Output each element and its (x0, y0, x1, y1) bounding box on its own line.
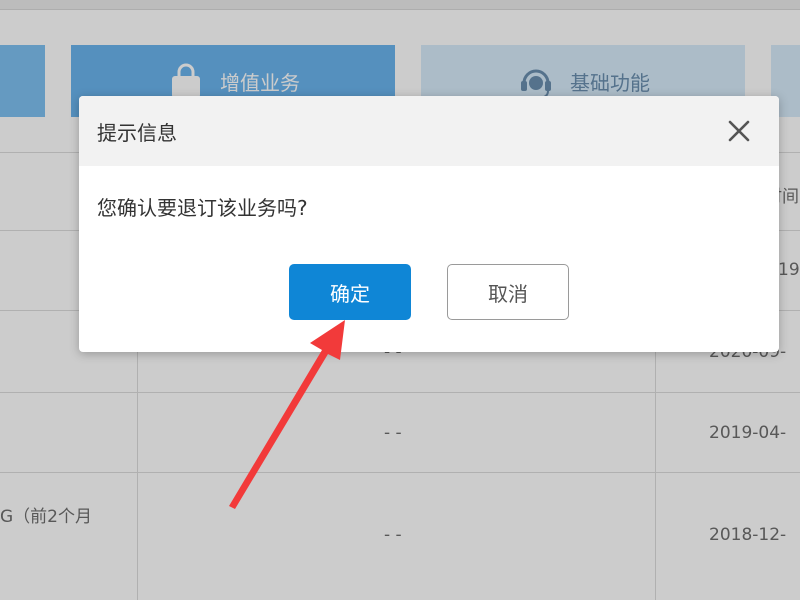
confirm-dialog: 提示信息 您确认要退订该业务吗? 确定 取消 (79, 96, 779, 352)
confirm-button[interactable]: 确定 (289, 264, 411, 320)
close-icon (728, 120, 750, 142)
close-button[interactable] (726, 118, 752, 144)
dialog-title: 提示信息 (97, 120, 177, 145)
cancel-button[interactable]: 取消 (447, 264, 569, 320)
dialog-message: 您确认要退订该业务吗? (97, 196, 308, 220)
dialog-header: 提示信息 (79, 96, 779, 166)
